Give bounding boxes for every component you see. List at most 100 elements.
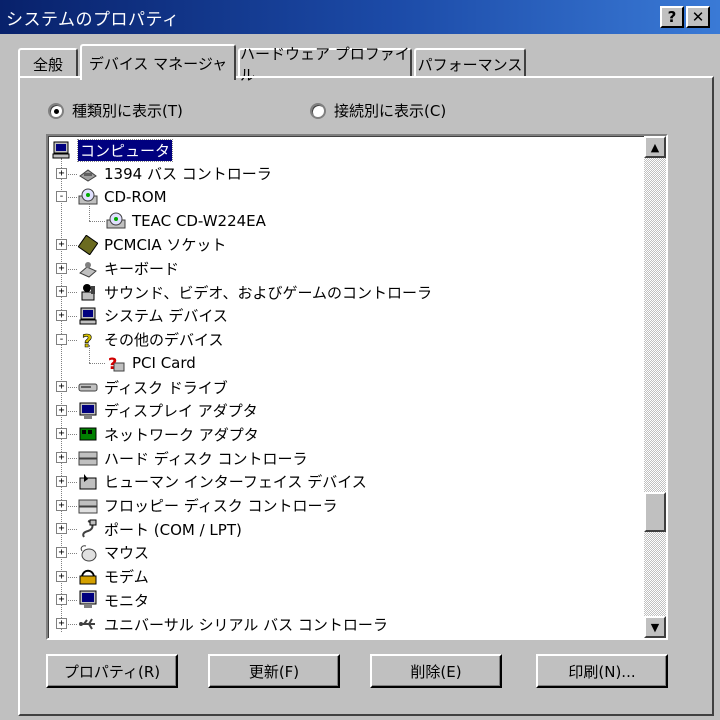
expand-icon[interactable]: + [56,238,67,250]
tree-item[interactable]: + ディスプレイ アダプタ [56,399,258,423]
mouse-icon [78,543,98,563]
expand-icon[interactable]: + [56,167,67,179]
expand-icon[interactable]: + [56,309,67,321]
tree-item[interactable]: + モニタ [56,588,150,612]
print-label: 印刷(N)... [568,662,636,681]
bus-controller-icon [78,164,98,184]
expand-icon[interactable]: + [56,570,67,582]
tree-item-label: ディスプレイ アダプタ [104,402,258,421]
tree-item[interactable]: + ポート (COM / LPT) [56,517,242,541]
close-icon: ✕ [691,8,705,26]
expand-icon[interactable]: + [56,381,67,392]
help-icon: ? [667,8,677,26]
tree-item[interactable]: + サウンド、ビデオ、およびゲームのコントローラ [56,280,432,304]
properties-label: プロパティ(R) [63,662,161,681]
tree-item[interactable]: TEAC CD-W224EA [106,209,266,233]
expand-icon[interactable]: + [56,618,67,629]
tree-item-label: TEAC CD-W224EA [132,212,266,231]
view-by-connection-option[interactable]: 接続別に表示(C) [310,100,446,121]
expand-icon[interactable]: + [56,262,67,274]
arrow-up-icon: ▲ [650,140,660,154]
vertical-scrollbar[interactable]: ▲ ▼ [644,136,666,638]
computer-icon [52,140,72,160]
radio-by-connection[interactable] [310,102,326,119]
tree-line [89,203,90,222]
tree-item[interactable]: コンピュータ [52,138,174,162]
tree-item[interactable]: + ユニバーサル シリアル バス コントローラ [56,612,388,636]
expand-icon[interactable]: + [56,404,67,416]
tab-performance[interactable]: パフォーマンス [414,48,526,78]
remove-button[interactable]: 削除(E) [370,654,502,688]
expand-icon[interactable]: + [56,475,67,487]
tab-label: 全般 [32,55,63,74]
tree-item[interactable]: + モデム [56,565,149,589]
network-adapter-icon [78,424,98,444]
tree-item-label: モニタ [104,591,150,610]
refresh-button[interactable]: 更新(F) [208,654,340,688]
help-button[interactable]: ? [660,6,684,28]
tree-item-label: PCMCIA ソケット [104,236,227,255]
tree-item[interactable]: + ヒューマン インターフェイス デバイス [56,470,367,494]
tree-item-label: コンピュータ [76,138,174,162]
view-by-connection-label: 接続別に表示(C) [334,102,447,120]
tree-item[interactable]: -? その他のデバイス [56,328,224,352]
tree-connector [89,221,105,223]
display-adapter-icon [78,401,98,421]
tree-item-label: CD-ROM [104,188,167,207]
expand-icon[interactable]: + [56,499,67,511]
keyboard-icon [78,259,98,279]
tree-item-label: システム デバイス [104,307,228,326]
expand-icon[interactable]: + [56,594,67,606]
monitor-icon [78,590,98,610]
tree-item[interactable]: + ネットワーク アダプタ [56,422,259,446]
tree-item[interactable]: +1394 バス コントローラ [56,162,272,186]
floppy-controller-icon [78,496,98,516]
tree-item-label: ネットワーク アダプタ [104,425,259,444]
scroll-thumb[interactable] [644,492,666,533]
tab-hardware-profiles[interactable]: ハードウェア プロファイル [238,45,412,84]
tree-item[interactable]: + キーボード [56,257,180,281]
unknown-device-icon: ? [106,353,126,373]
sound-icon [78,282,98,302]
tree-item-label: マウス [104,544,150,563]
tree-item-label: ユニバーサル シリアル バス コントローラ [104,615,388,634]
tree-item[interactable]: + PCMCIA ソケット [56,233,227,257]
scroll-down-button[interactable]: ▼ [644,616,666,638]
tree-item-label: フロッピー ディスク コントローラ [104,497,338,515]
remove-label: 削除(E) [410,662,462,681]
tree-item[interactable]: + マウス [56,541,150,565]
scroll-up-button[interactable]: ▲ [644,136,666,158]
tree-item-label: ディスク ドライブ [104,378,228,397]
cdrom-icon [106,211,126,231]
properties-button[interactable]: プロパティ(R) [46,654,178,688]
tree-item-label: キーボード [104,260,180,278]
tree-item[interactable]: + システム デバイス [56,304,228,328]
tab-general[interactable]: 全般 [18,48,78,78]
tree-item-label: PCI Card [132,354,196,373]
tree-item[interactable]: + フロッピー ディスク コントローラ [56,494,338,518]
tree-item-label: ポート (COM / LPT) [104,520,242,539]
tree-item[interactable]: - CD-ROM [56,185,167,209]
close-button[interactable]: ✕ [686,6,710,28]
tab-label: デバイス マネージャ [88,54,228,73]
print-button[interactable]: 印刷(N)... [536,654,668,688]
expand-icon[interactable]: + [56,428,67,440]
collapse-icon[interactable]: - [56,191,67,203]
cdrom-icon [78,187,98,207]
tab-device-manager[interactable]: デバイス マネージャ [80,44,236,80]
hid-icon [78,472,98,492]
expand-icon[interactable]: + [56,523,67,535]
device-tree[interactable]: コンピュータ +1394 バス コントローラ - CD-ROM TEAC CD-W224… [46,134,668,640]
tree-item[interactable]: + ハード ディスク コントローラ [56,446,308,470]
collapse-icon[interactable]: - [56,333,67,345]
view-by-type-option[interactable]: 種類別に表示(T) [48,100,183,121]
tree-item-label: ヒューマン インターフェイス デバイス [104,473,367,492]
expand-icon[interactable]: + [56,452,67,464]
expand-icon[interactable]: + [56,546,67,558]
tree-item[interactable]: + ディスク ドライブ [56,375,228,399]
title-bar[interactable]: システムのプロパティ ? ✕ [0,0,720,34]
svg-text:?: ? [82,331,92,350]
radio-by-type[interactable] [48,102,64,119]
expand-icon[interactable]: + [56,286,67,298]
tree-item[interactable]: ? PCI Card [106,351,196,375]
